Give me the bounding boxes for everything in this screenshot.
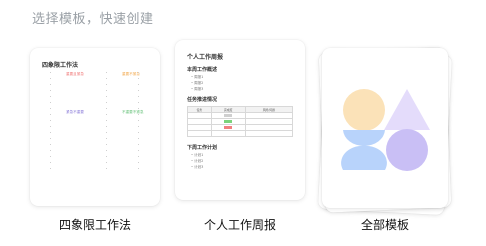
template-label-weekly-report[interactable]: 个人工作周报 [175,216,305,233]
template-label-all-templates[interactable]: 全部模板 [320,216,450,233]
template-card-weekly-report[interactable]: 个人工作周报 本周工作概述 周报1 周报2 周报3 任务推进情况 任务 完成度 … [175,40,305,200]
preview-section-summary: 本周工作概述 [187,67,218,73]
disc-shape [386,129,428,171]
shapes-illustration [341,89,430,171]
preview-list-item: 计划2 [191,159,203,164]
template-card-four-quadrant[interactable]: 四象限工作法 重要且紧急 重要不紧急 紧急不重要 不重要不紧急 [30,48,160,206]
quadrant-divider [138,72,139,172]
preview-table: 任务 完成度 风险/问题 [187,106,294,137]
page-title: 选择模板，快速创建 [32,12,154,27]
quadrant-label-urgent-important: 重要且紧急 [66,72,84,76]
preview-section-plan: 下周工作计划 [187,145,218,151]
quadrant-divider [50,72,51,172]
progress-bar [224,126,233,129]
template-label-four-quadrant[interactable]: 四象限工作法 [30,216,160,233]
preview-title: 四象限工作法 [42,62,79,69]
quadrant-label-urgent: 紧急不重要 [66,110,84,114]
bowtie-shape [341,130,387,170]
preview-list-item: 周报2 [191,81,203,86]
preview-list-item: 计划3 [191,165,203,170]
template-card-all-templates[interactable] [322,48,448,208]
preview-section-progress: 任务推进情况 [187,97,218,103]
preview-list-item: 周报3 [191,87,203,92]
progress-bar [224,114,233,117]
progress-bar [224,120,233,123]
circle-shape [343,89,385,131]
preview-title: 个人工作周报 [187,54,224,61]
table-row [187,130,294,137]
quadrant-divider [106,72,107,172]
preview-list-item: 周报1 [191,75,203,80]
quadrant-label-neither: 不重要不紧急 [122,110,144,114]
triangle-shape [384,89,430,130]
preview-list-item: 计划1 [191,153,203,158]
